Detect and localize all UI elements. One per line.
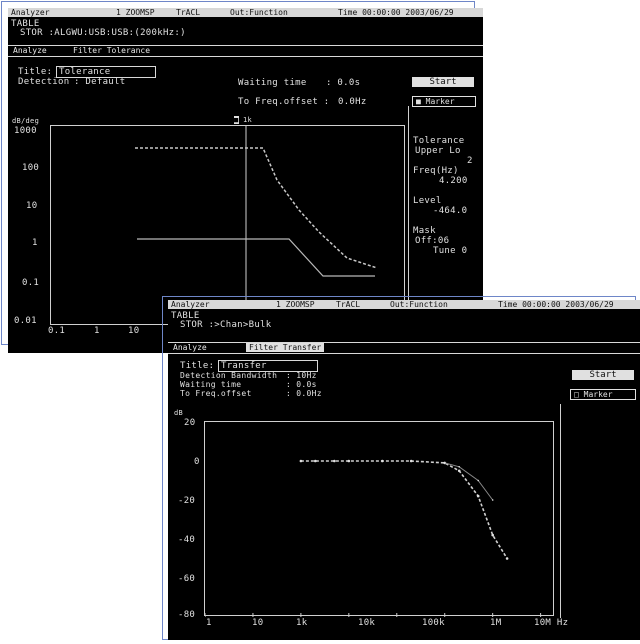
cursor-freq-label: ■ 1k xyxy=(234,115,252,125)
y-tick: 0.01 xyxy=(14,316,37,326)
data-point xyxy=(491,533,495,537)
time-label: Time 00:00:00 2003/06/29 xyxy=(338,8,454,17)
marker-checkbox-icon: ■ xyxy=(416,97,421,106)
transfer-trace xyxy=(300,460,508,559)
analyzer-label: Analyzer xyxy=(11,8,50,17)
output-label: Out:Function xyxy=(230,8,288,17)
output-label: Out:Function xyxy=(390,300,448,309)
waiting-time-label: Waiting time xyxy=(238,78,307,88)
detection-label: Detection xyxy=(18,77,70,87)
screen1-plot-area[interactable] xyxy=(50,125,405,326)
screen1-side-panel: Tolerance Upper Lo 2 Freq(Hz) 4.200 Leve… xyxy=(408,106,483,326)
screen2: Analyzer 1 ZOOMSP TrACL Out:Function Tim… xyxy=(168,300,640,640)
y-tick: 100 xyxy=(22,163,40,173)
side-freq-label: Freq(Hz) xyxy=(413,166,459,176)
data-point xyxy=(299,459,303,463)
data-point xyxy=(347,459,351,463)
y-tick: 10 xyxy=(26,201,38,211)
cursor-value: 1k xyxy=(243,116,253,124)
side-upper-value: 2 xyxy=(467,156,473,166)
x-tick: 10 xyxy=(252,618,264,628)
data-point xyxy=(409,459,413,463)
tolerance-upper-trace xyxy=(135,147,378,269)
data-point xyxy=(443,462,446,464)
y-tick: 1000 xyxy=(14,126,37,136)
screen1-top-status-bar: Analyzer 1 ZOOMSP TrACL Out:Function Tim… xyxy=(8,8,483,17)
freq-offset-value: : 0.0Hz xyxy=(286,389,322,398)
side-upper-label: Upper Lo xyxy=(415,146,461,156)
screen2-tab-row: Analyze Filter Transfer xyxy=(168,342,640,354)
data-point xyxy=(491,499,494,501)
mode-label: 1 ZOOMSP xyxy=(116,8,155,17)
start-button[interactable]: Start xyxy=(572,370,634,380)
side-level-label: Level xyxy=(413,196,442,206)
screen2-top-status-bar: Analyzer 1 ZOOMSP TrACL Out:Function Tim… xyxy=(168,300,640,309)
data-point xyxy=(505,557,509,560)
status-line: STOR :ALGWU:USB:USB:(200kHz:) xyxy=(20,28,186,38)
y-axis-unit: dB/deg xyxy=(12,117,40,125)
freq-offset-label: To Freq.offset xyxy=(180,389,252,398)
screen1-tab-row: Analyze Filter Tolerance xyxy=(8,45,483,57)
x-tick: 10k xyxy=(358,618,376,628)
transfer-reference-trace xyxy=(444,462,494,501)
y-tick: -60 xyxy=(178,574,196,584)
tab-filter-tolerance[interactable]: Filter Tolerance xyxy=(70,46,153,55)
y-tick: 20 xyxy=(184,418,196,428)
y-tick: -20 xyxy=(178,496,196,506)
screen2-plot-area[interactable] xyxy=(204,421,554,617)
side-level-value: -464.0 xyxy=(433,206,468,216)
x-tick: 1 xyxy=(94,326,100,336)
x-tick: 0.1 xyxy=(48,326,66,336)
screen2-side-panel xyxy=(560,404,640,618)
data-point xyxy=(314,459,317,463)
y-tick: 0 xyxy=(194,457,200,467)
data-point xyxy=(381,459,384,463)
x-tick: 10M Hz xyxy=(534,618,569,628)
freq-offset-value: 0.0Hz xyxy=(338,97,367,107)
side-freq-value: 4.200 xyxy=(439,176,468,186)
data-point xyxy=(333,459,336,463)
detection-value: : Default xyxy=(74,77,126,87)
tab-analyze[interactable]: Analyze xyxy=(10,46,50,55)
x-tick: 1k xyxy=(296,618,308,628)
side-tune-label: Tune 0 xyxy=(433,246,468,256)
tab-filter-transfer[interactable]: Filter Transfer xyxy=(246,343,325,352)
x-tick: 100k xyxy=(422,618,445,628)
marker-button[interactable]: □ Marker xyxy=(570,389,636,400)
freq-offset-label: To Freq.offset : xyxy=(238,97,330,107)
data-point xyxy=(458,466,460,468)
y-tick: 1 xyxy=(32,238,38,248)
analyzer-label: Analyzer xyxy=(171,300,210,309)
sample-label: TrACL xyxy=(176,8,201,17)
time-label: Time 00:00:00 2003/06/29 xyxy=(498,300,614,309)
x-tick: 10 xyxy=(128,326,140,336)
cursor-marker-icon: ■ xyxy=(234,116,239,124)
y-tick: -40 xyxy=(178,535,196,545)
marker-checkbox-icon: □ xyxy=(574,390,579,399)
screen2-chart-svg xyxy=(205,459,542,617)
mode-label: 1 ZOOMSP xyxy=(276,300,315,309)
data-point xyxy=(476,494,480,498)
x-tick: 1 xyxy=(206,618,212,628)
title-label: Title: xyxy=(180,361,215,371)
tolerance-lower-trace xyxy=(137,238,375,277)
side-mask-value: Off:06 xyxy=(415,236,450,246)
side-tolerance-label: Tolerance xyxy=(413,136,465,146)
y-axis-unit: dB xyxy=(174,409,184,417)
x-tick: 1M xyxy=(490,618,502,628)
data-point xyxy=(457,469,461,473)
y-tick: 0.1 xyxy=(22,278,40,288)
waiting-time-value: : 0.0s xyxy=(326,78,361,88)
y-tick: -80 xyxy=(178,610,196,620)
marker-button-label: Marker xyxy=(425,97,455,106)
marker-button-label: Marker xyxy=(583,390,613,399)
start-button[interactable]: Start xyxy=(412,77,474,87)
tab-analyze[interactable]: Analyze xyxy=(170,343,210,352)
sample-label: TrACL xyxy=(336,300,361,309)
title-label: Title: xyxy=(18,67,53,77)
status-line: STOR :>Chan>Bulk xyxy=(180,320,272,330)
side-mask-label: Mask xyxy=(413,226,436,236)
data-point xyxy=(477,479,480,482)
